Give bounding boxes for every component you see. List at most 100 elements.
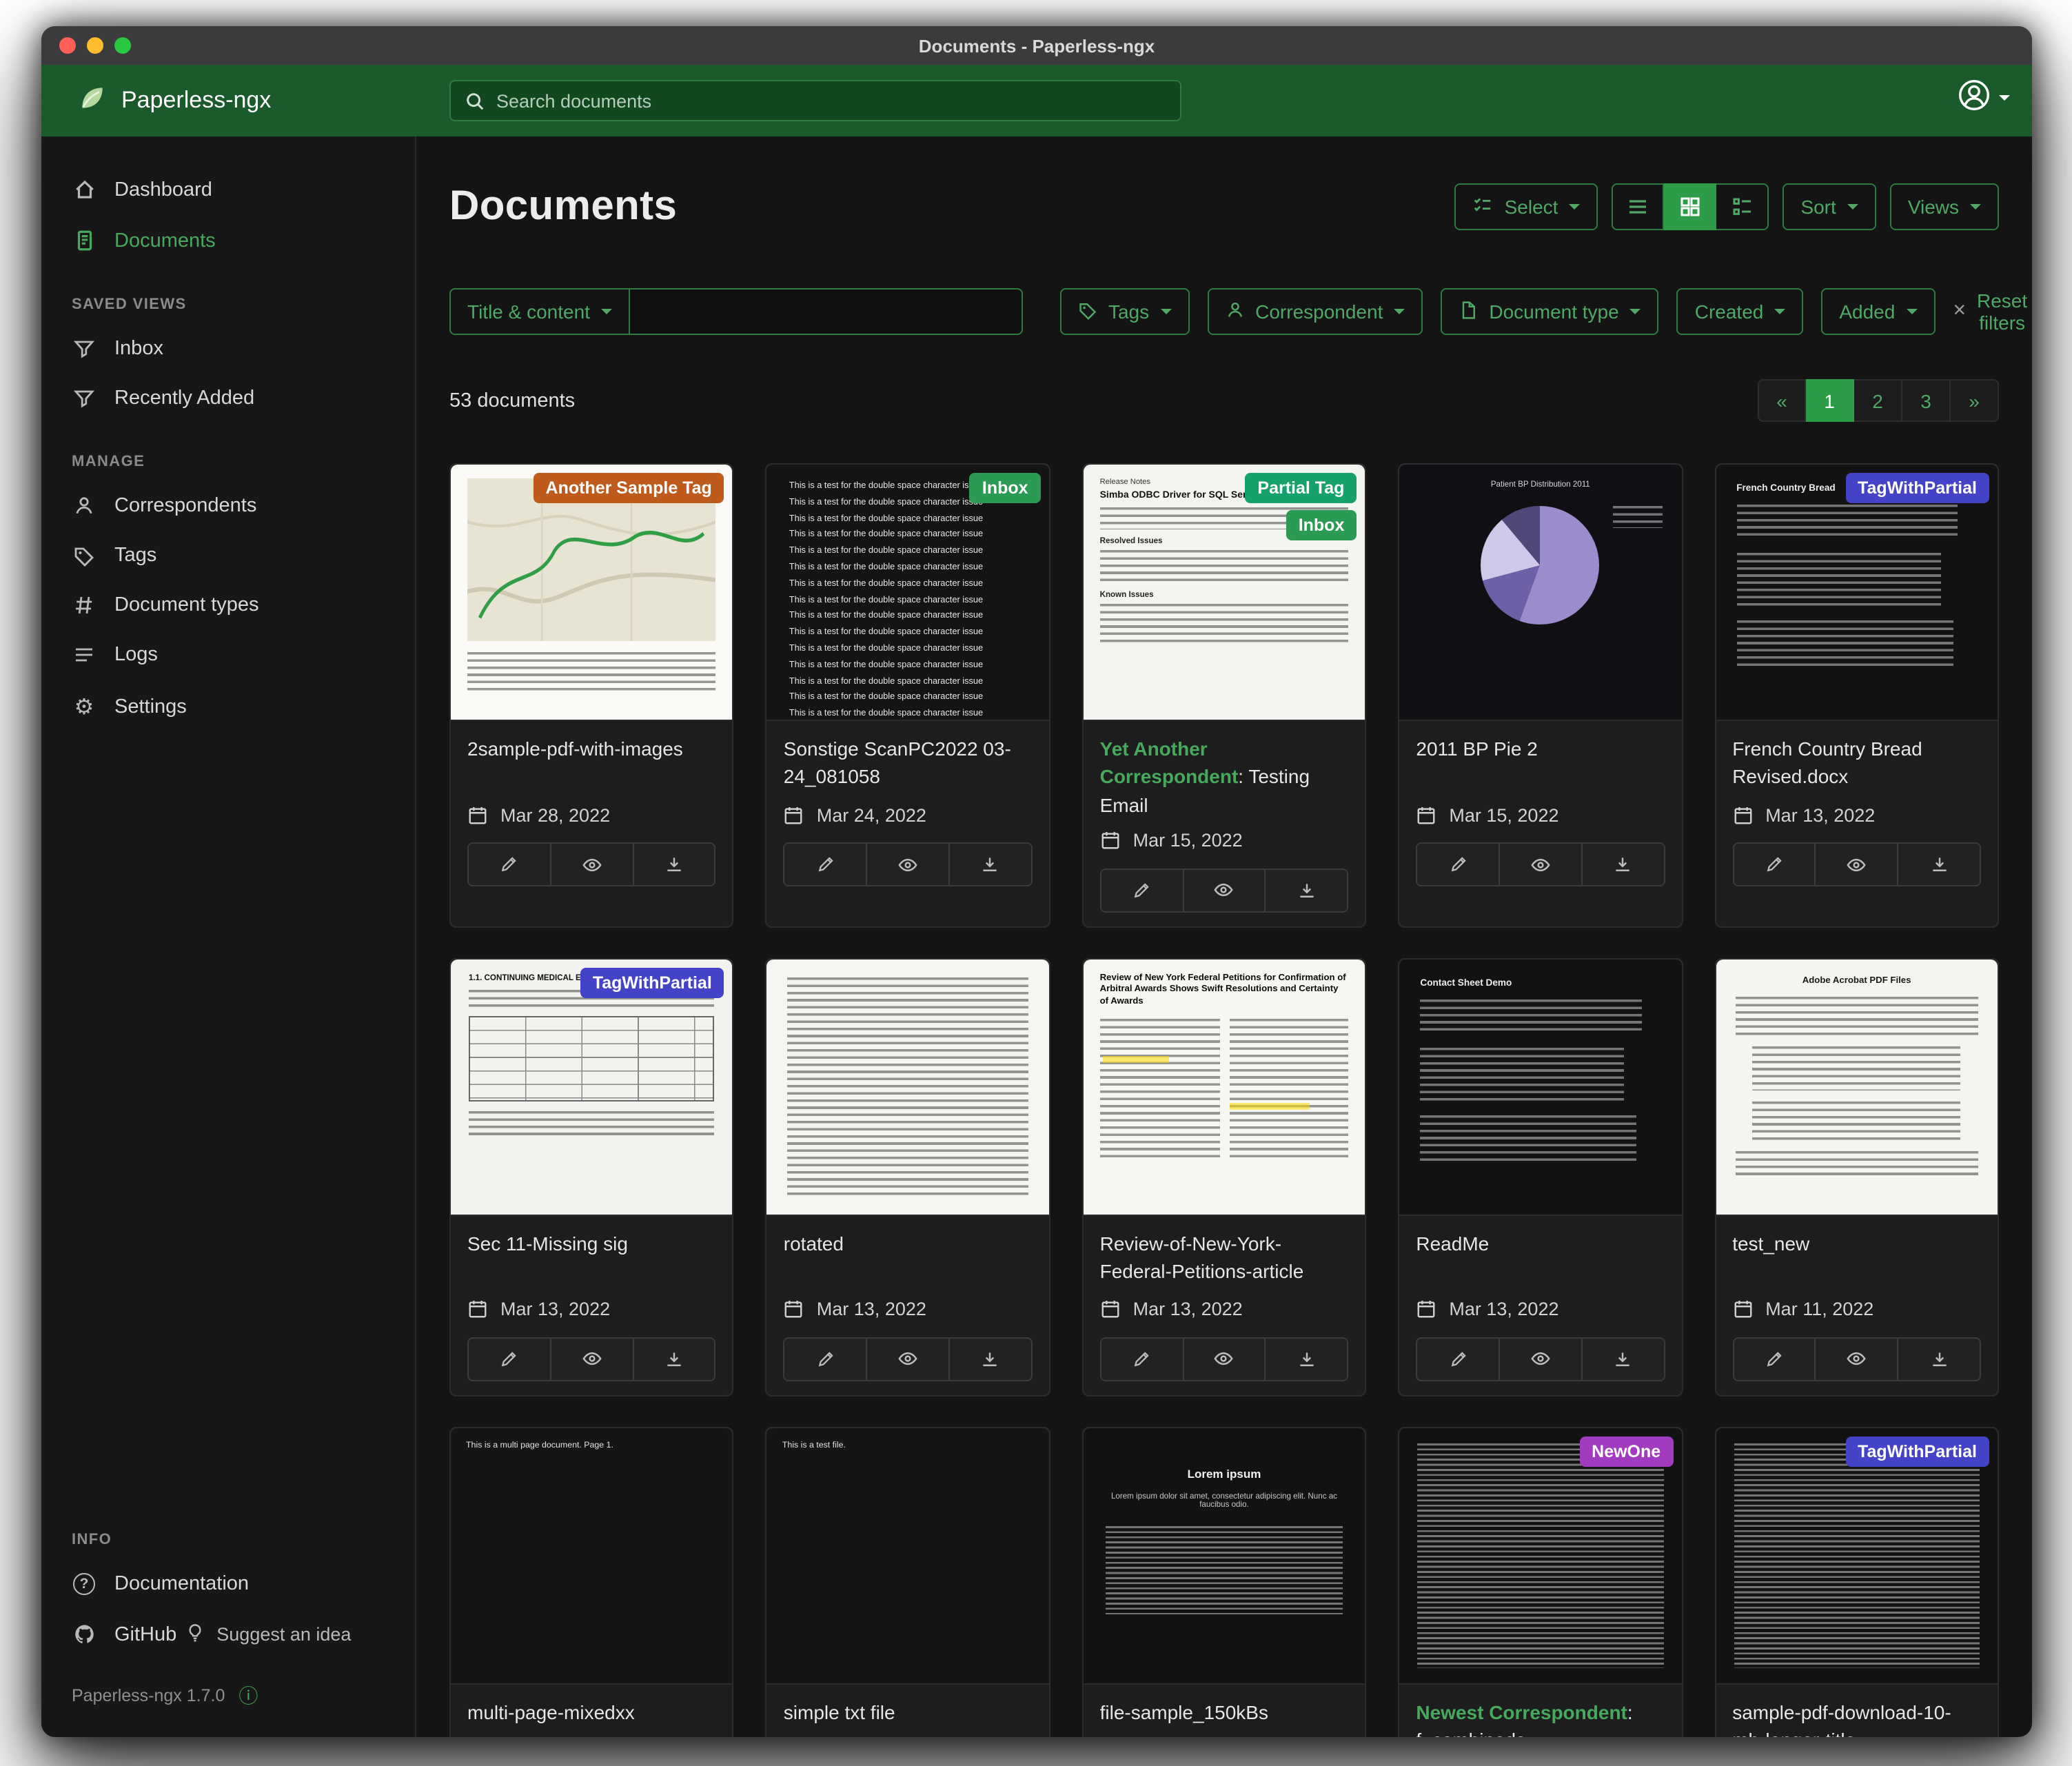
- tag-badge[interactable]: TagWithPartial: [580, 968, 724, 998]
- document-title[interactable]: 2011 BP Pie 2: [1416, 735, 1665, 793]
- pagination-page-button[interactable]: 2: [1854, 379, 1902, 422]
- sidebar-item-document-types[interactable]: Document types: [41, 580, 415, 630]
- tag-badge[interactable]: Inbox: [970, 473, 1041, 503]
- view-button[interactable]: [1182, 870, 1265, 911]
- document-card[interactable]: TagWithPartial sample-pdf-download-10-mb…: [1714, 1427, 1999, 1737]
- sidebar-item-recently-added[interactable]: Recently Added: [41, 374, 415, 423]
- document-title[interactable]: 2sample-pdf-with-images: [467, 735, 716, 793]
- document-title[interactable]: Newest Correspondent: f_combineds: [1416, 1698, 1665, 1737]
- edit-button[interactable]: [469, 1339, 550, 1380]
- sidebar-item-correspondents[interactable]: Correspondents: [41, 481, 415, 531]
- document-title[interactable]: Sonstige ScanPC2022 03-24_081058: [784, 735, 1033, 793]
- document-title[interactable]: French Country Bread Revised.docx: [1732, 735, 1981, 793]
- detail-view-button[interactable]: [1716, 183, 1769, 230]
- search-input[interactable]: [496, 90, 1166, 111]
- view-button[interactable]: [866, 1339, 948, 1380]
- document-title[interactable]: Yet Another Correspondent: Testing Email: [1100, 735, 1349, 819]
- download-button[interactable]: [1265, 1339, 1348, 1380]
- list-view-button[interactable]: [1612, 183, 1664, 230]
- document-correspondent[interactable]: Newest Correspondent: [1416, 1701, 1627, 1723]
- tag-badge[interactable]: TagWithPartial: [1845, 1437, 1989, 1467]
- edit-button[interactable]: [785, 1339, 866, 1380]
- document-thumbnail[interactable]: Review of New York Federal Petitions for…: [1084, 960, 1365, 1216]
- document-card[interactable]: Lorem ipsumLorem ipsum dolor sit amet, c…: [1082, 1427, 1367, 1737]
- edit-button[interactable]: [1417, 1339, 1499, 1380]
- document-title[interactable]: multi-page-mixedxx: [467, 1698, 716, 1737]
- document-card[interactable]: This is a test file. simple txt file: [766, 1427, 1050, 1737]
- document-card[interactable]: Inbox This is a test for the double spac…: [766, 463, 1050, 928]
- document-thumbnail[interactable]: Contact Sheet Demo: [1399, 960, 1681, 1216]
- view-button[interactable]: [550, 1339, 633, 1380]
- tag-badge[interactable]: Inbox: [1286, 510, 1357, 540]
- document-card[interactable]: Contact Sheet Demo ReadMe Mar 13, 2022: [1398, 958, 1683, 1397]
- edit-button[interactable]: [785, 844, 866, 885]
- sidebar-item-settings[interactable]: ⚙ Settings: [41, 680, 415, 735]
- brand[interactable]: Paperless-ngx: [77, 82, 271, 119]
- tag-badge[interactable]: TagWithPartial: [1845, 473, 1989, 503]
- view-button[interactable]: [1499, 1339, 1581, 1380]
- edit-button[interactable]: [1734, 1339, 1815, 1380]
- suggest-idea-button[interactable]: Suggest an idea: [185, 1622, 351, 1647]
- edit-button[interactable]: [1101, 870, 1183, 911]
- view-button[interactable]: [1499, 844, 1581, 885]
- edit-button[interactable]: [1417, 844, 1499, 885]
- document-title[interactable]: ReadMe: [1416, 1230, 1665, 1288]
- document-card[interactable]: Another Sample Tag 2sample-pdf-with-imag…: [449, 463, 734, 928]
- document-thumbnail[interactable]: This is a multi page document. Page 1.: [451, 1428, 733, 1685]
- document-correspondent[interactable]: Yet Another Correspondent: [1100, 738, 1239, 788]
- document-card[interactable]: This is a multi page document. Page 1. m…: [449, 1427, 734, 1737]
- minimize-window-button[interactable]: [87, 37, 103, 54]
- tag-badge[interactable]: NewOne: [1579, 1437, 1673, 1467]
- document-thumbnail[interactable]: Adobe Acrobat PDF Files: [1716, 960, 1998, 1216]
- pagination-page-button[interactable]: 1: [1806, 379, 1854, 422]
- document-title[interactable]: test_new: [1732, 1230, 1981, 1288]
- title-content-input[interactable]: [630, 288, 1023, 335]
- title-content-dropdown[interactable]: Title & content: [449, 288, 630, 335]
- close-window-button[interactable]: [59, 37, 76, 54]
- sidebar-item-dashboard[interactable]: Dashboard: [41, 164, 415, 215]
- sidebar-item-documents[interactable]: Documents: [41, 215, 415, 266]
- download-button[interactable]: [1265, 870, 1348, 911]
- sort-button[interactable]: Sort: [1782, 183, 1876, 230]
- document-thumbnail[interactable]: This is a test file.: [767, 1428, 1049, 1685]
- reset-filters-button[interactable]: × Reset filters: [1953, 290, 2027, 334]
- document-thumbnail[interactable]: [767, 960, 1049, 1216]
- sidebar-item-documentation[interactable]: ? Documentation: [41, 1559, 415, 1609]
- sidebar-item-logs[interactable]: Logs: [41, 630, 415, 680]
- correspondent-filter-button[interactable]: Correspondent: [1207, 288, 1423, 335]
- document-title[interactable]: sample-pdf-download-10-mb-longer-title: [1732, 1698, 1981, 1737]
- document-card[interactable]: Review of New York Federal Petitions for…: [1082, 958, 1367, 1397]
- document-thumbnail[interactable]: Patient BP Distribution 2011: [1399, 465, 1681, 721]
- grid-view-button[interactable]: [1664, 183, 1716, 230]
- download-button[interactable]: [632, 844, 715, 885]
- document-card[interactable]: TagWithPartial 1.1. CONTINUING MEDICAL E…: [449, 958, 734, 1397]
- document-title[interactable]: simple txt file: [784, 1698, 1033, 1737]
- document-title[interactable]: Review-of-New-York-Federal-Petitions-art…: [1100, 1230, 1349, 1288]
- document-type-filter-button[interactable]: Document type: [1441, 288, 1658, 335]
- document-card[interactable]: TagWithPartial French Country Bread Fren…: [1714, 463, 1999, 928]
- view-button[interactable]: [866, 844, 948, 885]
- edit-button[interactable]: [1734, 844, 1815, 885]
- document-card[interactable]: Adobe Acrobat PDF Files test_new Mar 11,…: [1714, 958, 1999, 1397]
- download-button[interactable]: [1581, 844, 1664, 885]
- pagination-next-button[interactable]: »: [1951, 379, 1999, 422]
- zoom-window-button[interactable]: [114, 37, 131, 54]
- view-button[interactable]: [1182, 1339, 1265, 1380]
- document-title[interactable]: Sec 11-Missing sig: [467, 1230, 716, 1288]
- pagination-page-button[interactable]: 3: [1902, 379, 1951, 422]
- document-title[interactable]: rotated: [784, 1230, 1033, 1288]
- document-card[interactable]: Partial TagInbox Release NotesSimba ODBC…: [1082, 463, 1367, 928]
- download-button[interactable]: [1897, 844, 1980, 885]
- tag-badge[interactable]: Partial Tag: [1245, 473, 1357, 503]
- pagination-prev-button[interactable]: «: [1758, 379, 1806, 422]
- tag-badge[interactable]: Another Sample Tag: [534, 473, 724, 503]
- tags-filter-button[interactable]: Tags: [1060, 288, 1189, 335]
- sidebar-item-tags[interactable]: Tags: [41, 531, 415, 580]
- created-filter-button[interactable]: Created: [1677, 288, 1804, 335]
- download-button[interactable]: [948, 844, 1031, 885]
- view-button[interactable]: [550, 844, 633, 885]
- edit-button[interactable]: [469, 844, 550, 885]
- download-button[interactable]: [632, 1339, 715, 1380]
- document-card[interactable]: NewOne Newest Correspondent: f_combineds: [1398, 1427, 1683, 1737]
- sidebar-item-github[interactable]: GitHub: [41, 1609, 185, 1660]
